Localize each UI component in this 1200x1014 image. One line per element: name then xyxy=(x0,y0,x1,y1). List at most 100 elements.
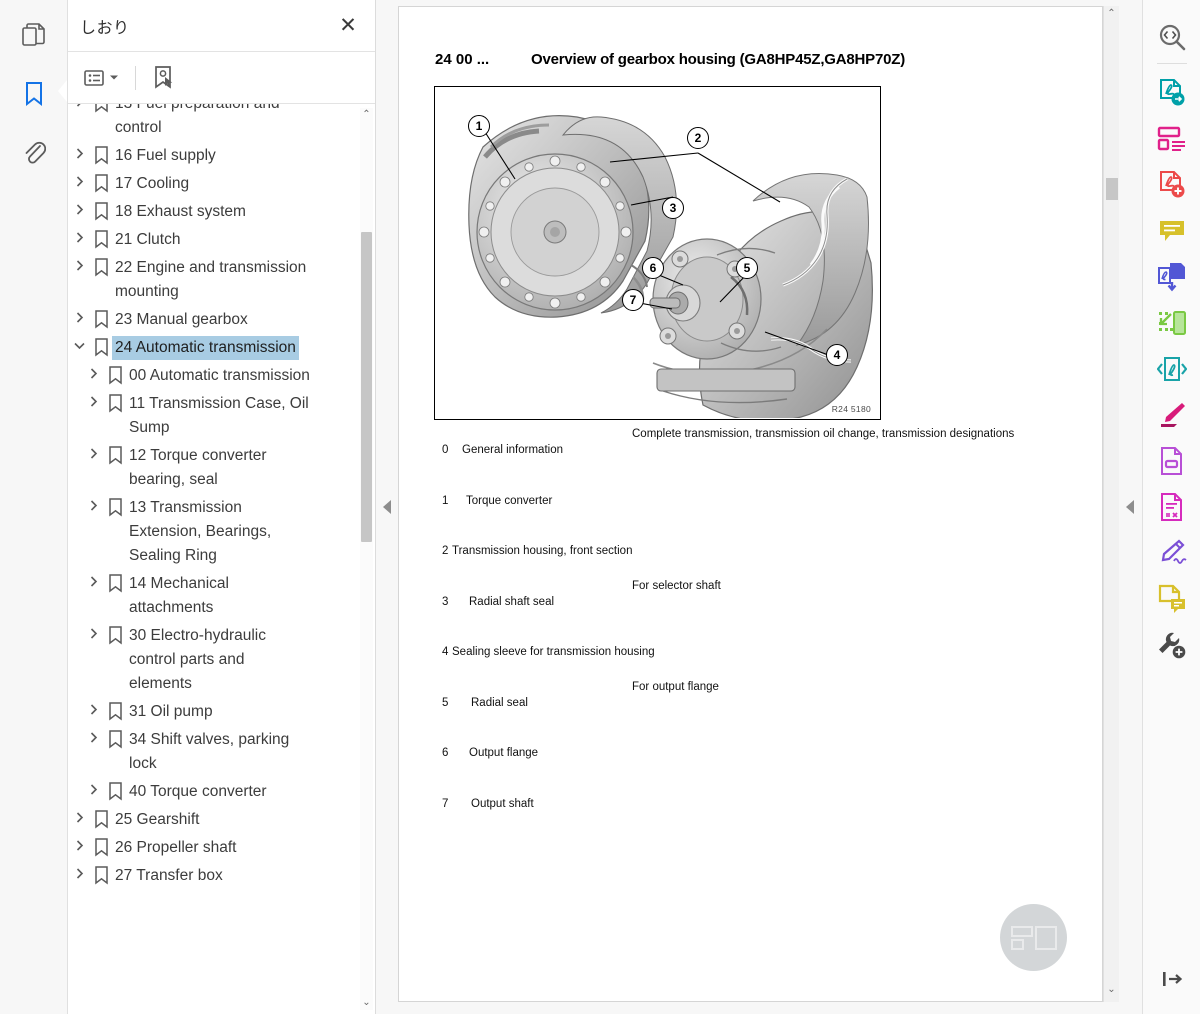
bookmarks-tree-scroll[interactable]: 13 Fuel preparation and control 16 Fuel s… xyxy=(68,104,359,1014)
combine-files-icon xyxy=(1157,263,1185,292)
bookmark-item-label: 23 Manual gearbox xyxy=(115,311,248,328)
chevron-right-icon[interactable] xyxy=(68,308,90,324)
chevron-right-icon[interactable] xyxy=(82,392,104,408)
bookmark-tree-item[interactable]: 40 Torque converter xyxy=(68,778,359,806)
bookmark-icon xyxy=(90,172,112,193)
bookmark-tree-item[interactable]: 24 Automatic transmission xyxy=(68,334,359,362)
sidebar-item-attachments[interactable] xyxy=(12,130,56,174)
bookmark-tree-item[interactable]: 21 Clutch xyxy=(68,226,359,254)
bookmark-tree-item[interactable]: 11 Transmission Case, Oil Sump xyxy=(68,390,359,442)
chevron-right-icon[interactable] xyxy=(68,256,90,272)
tool-prepare-form[interactable] xyxy=(1149,484,1195,530)
bookmark-icon xyxy=(90,144,112,165)
page-scrollbar-thumb[interactable] xyxy=(1106,178,1118,200)
page-title: 24 00 ... Overview of gearbox housing (G… xyxy=(399,7,1102,68)
scroll-up-icon[interactable]: ⌃ xyxy=(362,108,370,122)
bookmark-icon xyxy=(104,700,126,721)
bookmark-icon xyxy=(90,104,112,113)
figure-callout: 2 xyxy=(687,127,709,149)
bookmark-item-label: 30 Electro-hydraulic control parts and e… xyxy=(129,627,266,692)
scroll-down-icon[interactable]: ⌄ xyxy=(362,996,370,1010)
bookmark-tree-item[interactable]: 34 Shift valves, parking lock xyxy=(68,726,359,778)
sidebar-item-bookmarks[interactable] xyxy=(12,72,67,116)
bookmark-tree-item[interactable]: 16 Fuel supply xyxy=(68,142,359,170)
tool-crop-pages[interactable] xyxy=(1149,300,1195,346)
bookmark-tree-item[interactable]: 12 Torque converter bearing, seal xyxy=(68,442,359,494)
tool-add-comment-doc[interactable] xyxy=(1149,576,1195,622)
chevron-right-icon[interactable] xyxy=(82,728,104,744)
bookmark-tree-item[interactable]: 13 Fuel preparation and control xyxy=(68,104,359,142)
chevron-right-icon[interactable] xyxy=(68,172,90,188)
chevron-right-icon[interactable] xyxy=(68,808,90,824)
bookmark-tree-item[interactable]: 23 Manual gearbox xyxy=(68,306,359,334)
tool-comment[interactable] xyxy=(1149,208,1195,254)
new-bookmark-button[interactable] xyxy=(148,62,180,94)
bookmarks-scrollbar[interactable]: ⌃ ⌄ xyxy=(360,108,373,1010)
bookmark-icon xyxy=(90,808,112,829)
tool-create-pdf[interactable] xyxy=(1149,162,1195,208)
collapse-right-handle[interactable] xyxy=(1119,0,1141,1014)
bookmark-tree-item[interactable]: 22 Engine and transmission mounting xyxy=(68,254,359,306)
chevron-right-icon[interactable] xyxy=(82,700,104,716)
legend-text: Radial seal xyxy=(471,696,528,709)
bookmark-tree-item[interactable]: 18 Exhaust system xyxy=(68,198,359,226)
scrollbar-track[interactable] xyxy=(361,122,372,996)
export-pdf-icon xyxy=(1159,79,1184,106)
chevron-right-icon[interactable] xyxy=(82,444,104,460)
tool-organize-pages[interactable] xyxy=(1149,116,1195,162)
bookmarks-tree[interactable]: 13 Fuel preparation and control 16 Fuel s… xyxy=(68,104,375,1014)
tool-fill-and-sign[interactable] xyxy=(1149,530,1195,576)
chevron-right-icon[interactable] xyxy=(82,496,104,512)
legend-text: Torque converter xyxy=(466,494,553,507)
pages-icon xyxy=(21,23,45,46)
bookmark-tree-item[interactable]: 17 Cooling xyxy=(68,170,359,198)
bookmark-options-button[interactable] xyxy=(80,62,123,94)
tool-compress-pdf[interactable] xyxy=(1149,346,1195,392)
bookmark-tree-item[interactable]: 30 Electro-hydraulic control parts and e… xyxy=(68,622,359,698)
legend-number: 6 xyxy=(442,747,449,759)
chevron-right-icon[interactable] xyxy=(82,780,104,796)
chevron-down-icon xyxy=(110,75,118,80)
collapse-sidebar-handle[interactable] xyxy=(376,0,398,1014)
chevron-right-icon[interactable] xyxy=(68,864,90,880)
chevron-right-icon[interactable] xyxy=(68,228,90,244)
close-icon[interactable]: ✕ xyxy=(335,13,361,39)
chevron-right-icon[interactable] xyxy=(82,364,104,380)
bookmark-item-label: 13 Fuel preparation and control xyxy=(115,104,280,136)
chevron-right-icon[interactable] xyxy=(68,144,90,160)
bookmark-icon xyxy=(104,780,126,801)
scrollbar-thumb[interactable] xyxy=(361,232,372,542)
collapse-tools-panel-button[interactable] xyxy=(1149,956,1195,1002)
bookmark-tree-item[interactable]: 31 Oil pump xyxy=(68,698,359,726)
page-scrollbar[interactable]: ⌃ ⌄ xyxy=(1103,6,1119,1002)
tool-more-tools[interactable] xyxy=(1149,622,1195,668)
bookmark-tree-item[interactable]: 25 Gearshift xyxy=(68,806,359,834)
chevron-right-icon[interactable] xyxy=(68,104,90,108)
bookmark-icon xyxy=(104,728,126,749)
bookmark-tree-item[interactable]: 14 Mechanical attachments xyxy=(68,570,359,622)
tool-export-pdf[interactable] xyxy=(1149,70,1195,116)
tool-redact[interactable] xyxy=(1149,438,1195,484)
legend-row: For selector shaft 3 Radial shaft seal xyxy=(399,580,1102,647)
tool-highlight-text[interactable] xyxy=(1149,392,1195,438)
bookmark-tree-item[interactable]: 27 Transfer box xyxy=(68,862,359,890)
legend-row: 1 Torque converter xyxy=(399,495,1102,546)
bookmark-tree-item[interactable]: 00 Automatic transmission xyxy=(68,362,359,390)
chevron-right-icon[interactable] xyxy=(68,200,90,216)
right-tools-rail xyxy=(1142,0,1200,1014)
bookmark-tree-item[interactable]: 26 Propeller shaft xyxy=(68,834,359,862)
page-scroll-up-icon[interactable]: ⌃ xyxy=(1107,6,1115,22)
chevron-right-icon[interactable] xyxy=(82,572,104,588)
page-scroll-down-icon[interactable]: ⌄ xyxy=(1107,982,1115,998)
bookmark-tree-item[interactable]: 13 Transmission Extension, Bearings, Sea… xyxy=(68,494,359,570)
search-icon xyxy=(1159,24,1185,51)
chevron-right-icon[interactable] xyxy=(82,624,104,640)
legend-text: Transmission housing, front section xyxy=(452,545,633,557)
chevron-down-icon[interactable] xyxy=(68,336,90,352)
sidebar-item-page-thumbnails[interactable] xyxy=(12,14,56,58)
list-options-icon xyxy=(84,69,104,86)
tool-combine-files[interactable] xyxy=(1149,254,1195,300)
chevron-right-icon[interactable] xyxy=(68,836,90,852)
bookmark-icon xyxy=(104,496,126,517)
tool-search[interactable] xyxy=(1149,14,1195,60)
